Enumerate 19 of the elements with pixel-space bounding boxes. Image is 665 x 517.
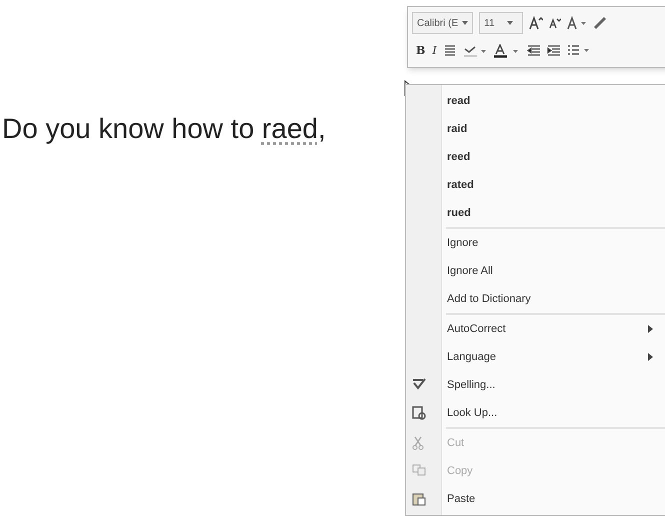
document-sentence: Do you know how to raed, <box>2 112 326 146</box>
menu-item[interactable]: Ignore <box>446 229 665 257</box>
font-size-field[interactable]: 11 <box>479 12 524 34</box>
menu-item[interactable]: rued <box>442 199 665 227</box>
menu-item[interactable]: reed <box>442 143 665 171</box>
menu-item[interactable]: Paste <box>446 485 665 513</box>
menu-item[interactable]: read <box>442 87 665 115</box>
menu-item[interactable]: rated <box>442 171 665 199</box>
menu-item[interactable]: AutoCorrect <box>446 315 665 343</box>
menu-item[interactable]: Language <box>446 343 665 371</box>
menu-item[interactable]: Ignore All <box>446 257 665 285</box>
menu-item[interactable]: Spelling... <box>446 371 665 399</box>
misspelled-word: raed <box>262 113 318 144</box>
bold-button[interactable]: B <box>416 42 426 59</box>
menu-item[interactable]: Add to Dictionary <box>446 285 665 313</box>
italic-button[interactable]: I <box>432 42 437 59</box>
font-field[interactable]: Calibri (E <box>412 12 474 34</box>
menu-item[interactable]: Look Up... <box>446 399 665 427</box>
menu-item[interactable]: raid <box>442 115 665 143</box>
